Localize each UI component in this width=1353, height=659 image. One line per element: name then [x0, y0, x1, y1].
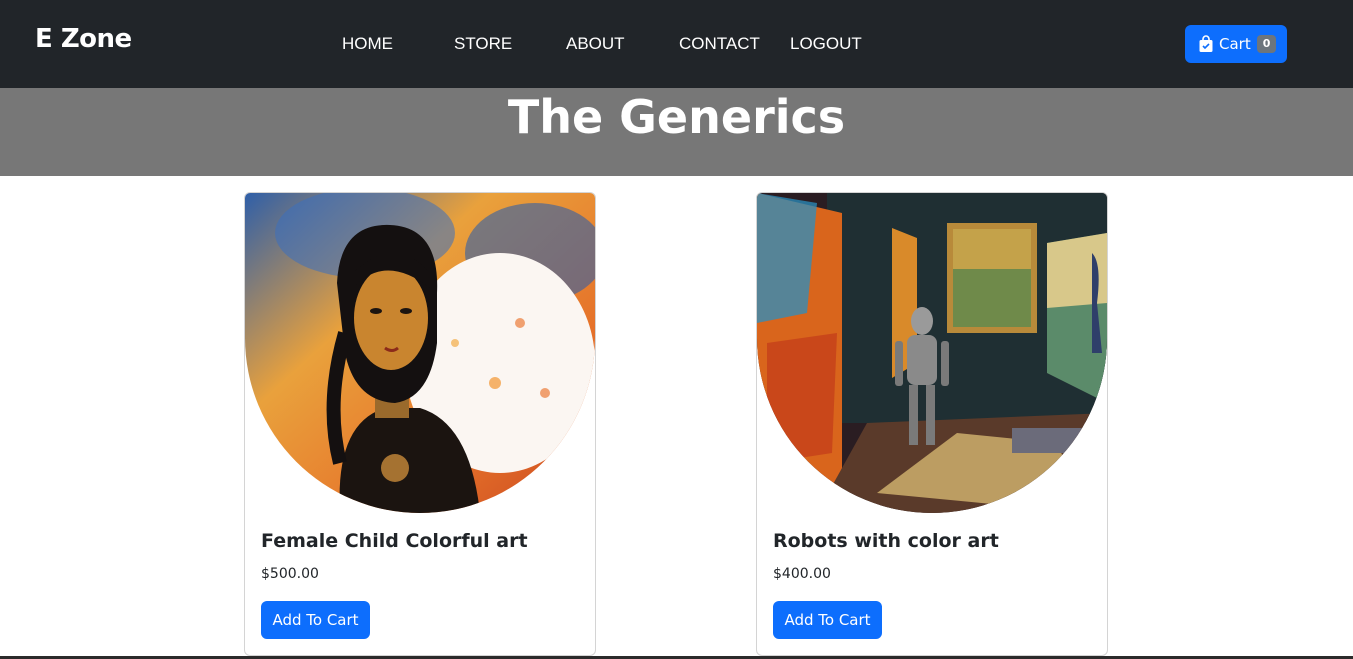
nav-link-logout[interactable]: LOGOUT: [790, 34, 862, 54]
shopping-bag-icon: [1198, 35, 1214, 53]
nav-link-contact[interactable]: CONTACT: [679, 34, 760, 54]
product-image: [757, 193, 1107, 513]
nav-link-about[interactable]: ABOUT: [566, 34, 625, 54]
nav-link-store[interactable]: STORE: [454, 34, 512, 54]
product-price: $500.00: [261, 566, 319, 582]
hero-banner: The Generics: [0, 88, 1353, 176]
product-card: Robots with color art $400.00 Add To Car…: [756, 192, 1108, 656]
add-to-cart-button[interactable]: Add To Cart: [773, 601, 882, 639]
navbar: E Zone HOME STORE ABOUT CONTACT LOGOUT C…: [0, 0, 1353, 88]
cart-button[interactable]: Cart 0: [1185, 25, 1287, 63]
page-title: The Generics: [507, 90, 846, 144]
nav-link-home[interactable]: HOME: [342, 34, 393, 54]
add-to-cart-button[interactable]: Add To Cart: [261, 601, 370, 639]
cart-count-badge: 0: [1256, 35, 1277, 53]
product-price: $400.00: [773, 566, 831, 582]
product-image: [245, 193, 595, 513]
brand-logo[interactable]: E Zone: [35, 24, 132, 54]
product-card: Female Child Colorful art $500.00 Add To…: [244, 192, 596, 656]
product-title: Female Child Colorful art: [261, 530, 528, 552]
product-title: Robots with color art: [773, 530, 999, 552]
cart-label: Cart: [1219, 35, 1251, 53]
